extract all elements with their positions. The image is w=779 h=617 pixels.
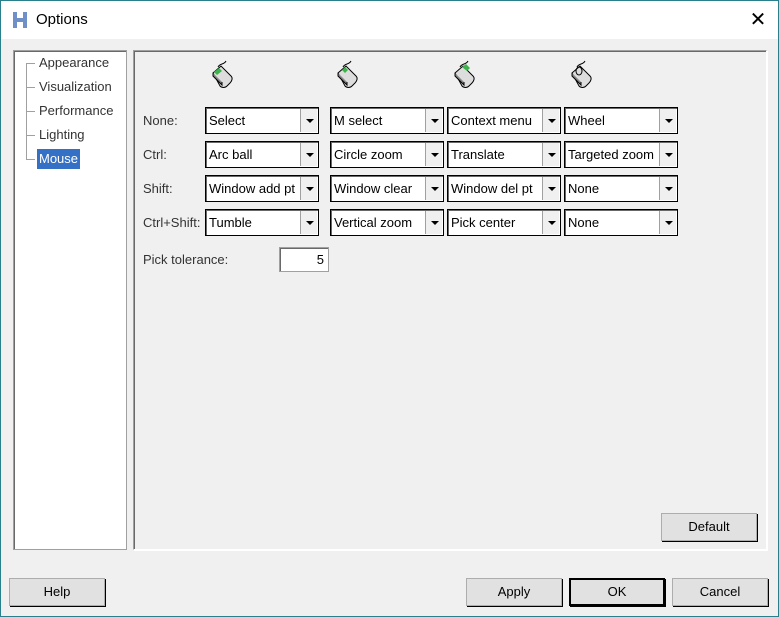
left-button-action-select[interactable]: Tumble	[205, 209, 319, 236]
mouse-wheel-icon	[571, 60, 592, 88]
selected-value: Tumble	[209, 215, 252, 230]
selected-value: Wheel	[568, 113, 605, 128]
mouse-left-button-icon	[212, 60, 233, 88]
wheel-action-select[interactable]: Targeted zoom	[564, 141, 678, 168]
chevron-down-icon[interactable]	[542, 143, 559, 166]
modifier-label: Ctrl:	[143, 147, 167, 162]
help-button[interactable]: Help	[9, 578, 105, 606]
mouse-middle-button-icon	[337, 60, 358, 88]
chevron-down-icon[interactable]	[659, 177, 676, 200]
middle-button-action-select[interactable]: Vertical zoom	[330, 209, 444, 236]
middle-button-action-select[interactable]: Window clear	[330, 175, 444, 202]
app-logo-icon	[13, 12, 27, 28]
modifier-label: None:	[143, 113, 178, 128]
modifier-label: Ctrl+Shift:	[143, 215, 201, 230]
chevron-down-icon[interactable]	[300, 143, 317, 166]
close-button[interactable]: ✕	[745, 7, 771, 33]
pick-tolerance-label: Pick tolerance:	[143, 252, 229, 267]
selected-value: M select	[334, 113, 383, 128]
apply-button[interactable]: Apply	[466, 578, 562, 606]
tree-item-label: Mouse	[37, 149, 81, 169]
selected-value: Targeted zoom	[568, 147, 654, 162]
selected-value: Translate	[451, 147, 505, 162]
modifier-label: Shift:	[143, 181, 173, 196]
right-button-action-select[interactable]: Translate	[447, 141, 561, 168]
chevron-down-icon[interactable]	[542, 177, 559, 200]
chevron-down-icon[interactable]	[300, 211, 317, 234]
wheel-action-select[interactable]: None	[564, 175, 678, 202]
wheel-action-select[interactable]: Wheel	[564, 107, 678, 134]
chevron-down-icon[interactable]	[425, 211, 442, 234]
chevron-down-icon[interactable]	[542, 211, 559, 234]
selected-value: Circle zoom	[334, 147, 403, 162]
selected-value: Arc ball	[209, 147, 253, 162]
tree-item-label: Lighting	[39, 127, 85, 142]
selected-value: Select	[209, 113, 246, 128]
left-button-action-select[interactable]: Select	[205, 107, 319, 134]
window-title: Options	[36, 11, 88, 28]
tree-item-label: Performance	[39, 103, 114, 118]
left-button-action-select[interactable]: Arc ball	[205, 141, 319, 168]
options-tree: Appearance Visualization Performance Lig…	[13, 50, 127, 550]
selected-value: None	[568, 215, 600, 230]
ok-button[interactable]: OK	[569, 578, 665, 606]
right-button-action-select[interactable]: Window del pt	[447, 175, 561, 202]
mouse-right-button-icon	[454, 60, 475, 88]
selected-value: Pick center	[451, 215, 516, 230]
selected-value: None	[568, 181, 600, 196]
selected-value: Vertical zoom	[334, 215, 413, 230]
chevron-down-icon[interactable]	[659, 211, 676, 234]
left-button-action-select[interactable]: Window add pt	[205, 175, 319, 202]
chevron-down-icon[interactable]	[425, 177, 442, 200]
chevron-down-icon[interactable]	[300, 177, 317, 200]
right-button-action-select[interactable]: Context menu	[447, 107, 561, 134]
chevron-down-icon[interactable]	[542, 109, 559, 132]
tree-item-label: Appearance	[39, 55, 110, 70]
wheel-action-select[interactable]: None	[564, 209, 678, 236]
title-bar: Options ✕	[1, 1, 778, 39]
pick-tolerance-input[interactable]: 5	[279, 247, 329, 272]
middle-button-action-select[interactable]: M select	[330, 107, 444, 134]
chevron-down-icon[interactable]	[425, 109, 442, 132]
default-button[interactable]: Default	[661, 513, 757, 541]
selected-value: Window clear	[334, 181, 413, 196]
chevron-down-icon[interactable]	[659, 143, 676, 166]
selected-value: Context menu	[451, 113, 532, 128]
cancel-button[interactable]: Cancel	[672, 578, 768, 606]
chevron-down-icon[interactable]	[300, 109, 317, 132]
selected-value: Window del pt	[451, 181, 533, 196]
right-button-action-select[interactable]: Pick center	[447, 209, 561, 236]
selected-value: Window add pt	[209, 181, 295, 196]
middle-button-action-select[interactable]: Circle zoom	[330, 141, 444, 168]
chevron-down-icon[interactable]	[659, 109, 676, 132]
tree-item-label: Visualization	[39, 79, 112, 94]
chevron-down-icon[interactable]	[425, 143, 442, 166]
